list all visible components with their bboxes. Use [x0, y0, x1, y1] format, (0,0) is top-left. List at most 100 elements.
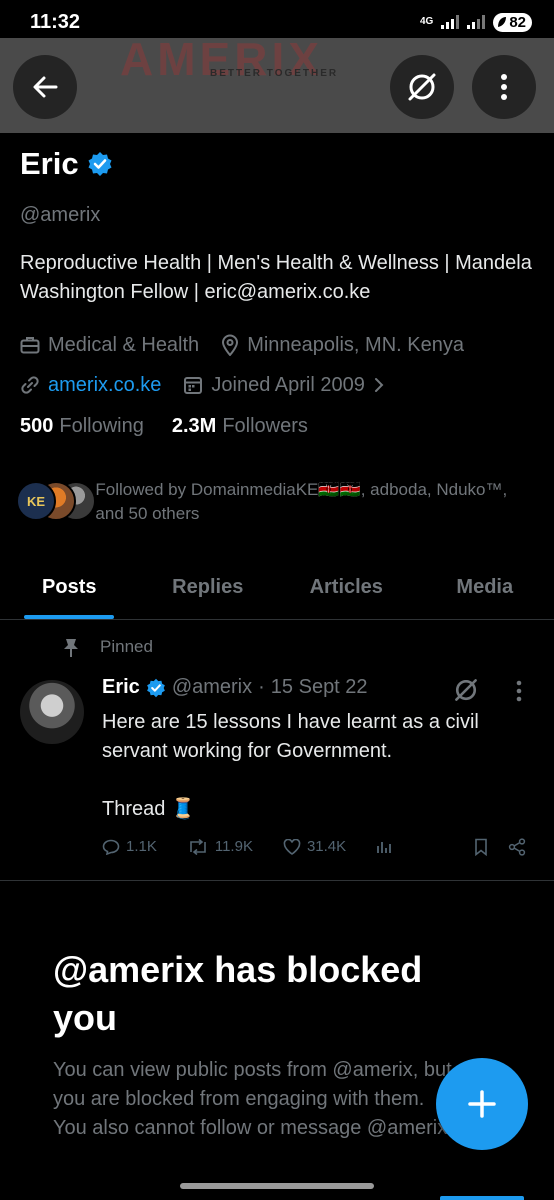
pinned-indicator: Pinned: [60, 636, 153, 658]
post-actions: 1.1K 11.9K 31.4K: [102, 838, 532, 857]
tab-posts[interactable]: Posts: [0, 556, 139, 619]
followed-by-row[interactable]: KE Followed by DomainmediaKE🇰🇪🇰🇪, adboda…: [16, 478, 536, 526]
avatar-initials: KE: [26, 493, 46, 509]
analytics-icon: [377, 841, 392, 853]
profile-meta-row-1: Medical & Health Minneapolis, MN. Kenya: [20, 325, 540, 365]
post-author-handle: @amerix: [171, 676, 253, 698]
profile-info: Eric @amerix Reproductive Health | Men's…: [20, 136, 540, 438]
followers-label: Followers: [222, 415, 308, 437]
more-vertical-icon: [516, 680, 522, 702]
plus-icon: [468, 1090, 496, 1118]
chevron-right-icon: [374, 378, 384, 392]
signal-icon-2: [467, 15, 486, 29]
verified-badge-icon: [146, 678, 165, 697]
more-options-button[interactable]: [472, 55, 536, 119]
verified-badge-icon[interactable]: [87, 151, 113, 177]
status-bar: 11:32 4G 82: [0, 0, 554, 44]
network-type: 4G: [419, 16, 434, 27]
reply-icon: [102, 839, 120, 855]
pin-icon: [64, 639, 78, 657]
banner-subtext: BETTER TOGETHER: [210, 68, 339, 79]
joined-item[interactable]: Joined April 2009: [183, 374, 384, 397]
tab-media[interactable]: Media: [416, 556, 554, 619]
battery-leaf-icon: [498, 17, 507, 27]
like-button[interactable]: 31.4K: [283, 838, 346, 855]
name-row: Eric: [20, 136, 540, 192]
reply-count: 1.1K: [126, 838, 157, 855]
category-label: Medical & Health: [48, 333, 200, 356]
tab-articles[interactable]: Articles: [277, 556, 416, 619]
avatar: KE: [16, 481, 56, 521]
location-pin-icon: [222, 334, 239, 356]
repost-button[interactable]: 11.9K: [187, 838, 253, 855]
post-author-name[interactable]: Eric: [102, 676, 140, 699]
grok-icon: [455, 679, 477, 701]
following-label: Following: [59, 415, 144, 437]
active-tab-indicator: [24, 615, 115, 619]
bottom-button-edge: [440, 1196, 524, 1200]
post-text-line: Here are 15 lessons I have learnt as a c…: [102, 711, 479, 762]
back-button[interactable]: [13, 55, 77, 119]
followed-by-avatars: KE: [16, 478, 96, 522]
pinned-label: Pinned: [100, 637, 153, 656]
status-time: 11:32: [30, 10, 81, 33]
repost-count: 11.9K: [214, 838, 253, 855]
post-more-button[interactable]: [516, 680, 522, 707]
joined-label: Joined April 2009: [211, 373, 365, 396]
followers-link[interactable]: 2.3M Followers: [172, 415, 308, 438]
briefcase-icon: [20, 337, 40, 354]
post-date: 15 Sept 22: [270, 676, 368, 698]
post-author-avatar[interactable]: [20, 680, 84, 744]
share-icon: [508, 838, 526, 856]
repost-icon: [190, 838, 206, 855]
follow-counts: 500 Following 2.3M Followers: [20, 415, 540, 438]
arrow-left-icon: [33, 76, 58, 98]
website-item[interactable]: amerix.co.ke: [20, 374, 161, 397]
tab-label: Posts: [42, 576, 97, 598]
blocked-message: You can view public posts from @amerix, …: [53, 1059, 453, 1139]
followed-by-text: Followed by DomainmediaKE🇰🇪🇰🇪, adboda, N…: [95, 480, 508, 523]
profile-bio: Reproductive Health | Men's Health & Wel…: [20, 252, 532, 303]
location-label: Minneapolis, MN. Kenya: [247, 333, 464, 356]
profile-name: Eric: [20, 146, 79, 181]
status-icons: 4G 82: [419, 12, 532, 32]
following-link[interactable]: 500 Following: [20, 415, 144, 438]
separator-dot: ·: [258, 676, 265, 698]
link-icon: [21, 376, 39, 394]
tab-label: Articles: [309, 576, 383, 598]
profile-tabs: Posts Replies Articles Media: [0, 556, 554, 620]
more-vertical-icon: [501, 74, 507, 100]
views-button[interactable]: [376, 839, 392, 855]
battery-indicator: 82: [493, 12, 532, 32]
blocked-title: @amerix has blocked you: [53, 949, 423, 1038]
post-text-line: Thread 🧵: [102, 798, 196, 820]
grok-button[interactable]: [390, 55, 454, 119]
post-header: Eric @amerix · 15 Sept 22: [102, 676, 368, 699]
signal-icon: [441, 15, 460, 29]
profile-banner: AMERIX BETTER TOGETHER: [0, 38, 554, 133]
heart-icon: [283, 838, 301, 855]
share-button[interactable]: [508, 838, 526, 860]
like-count: 31.4K: [306, 838, 347, 855]
tab-label: Replies: [172, 576, 244, 598]
post-text[interactable]: Here are 15 lessons I have learnt as a c…: [102, 708, 502, 824]
followers-count: 2.3M: [171, 415, 217, 437]
home-indicator[interactable]: [180, 1183, 374, 1189]
grok-icon: [408, 73, 436, 101]
bookmark-button[interactable]: [474, 838, 488, 860]
tab-replies[interactable]: Replies: [139, 556, 278, 619]
battery-level: 82: [509, 13, 526, 31]
profile-meta-row-2: amerix.co.ke Joined April 2009: [20, 365, 540, 405]
reply-button[interactable]: 1.1K: [102, 838, 157, 855]
post-divider: [0, 880, 554, 881]
calendar-icon: [184, 377, 203, 394]
post-grok-button[interactable]: [452, 676, 480, 709]
compose-post-button[interactable]: [436, 1058, 528, 1150]
following-count: 500: [20, 415, 54, 437]
website-link[interactable]: amerix.co.ke: [48, 374, 161, 397]
tab-label: Media: [456, 576, 514, 598]
location-item: Minneapolis, MN. Kenya: [221, 334, 464, 357]
profile-handle: @amerix: [20, 204, 101, 226]
bookmark-icon: [475, 838, 487, 857]
category-item: Medical & Health: [20, 334, 199, 357]
